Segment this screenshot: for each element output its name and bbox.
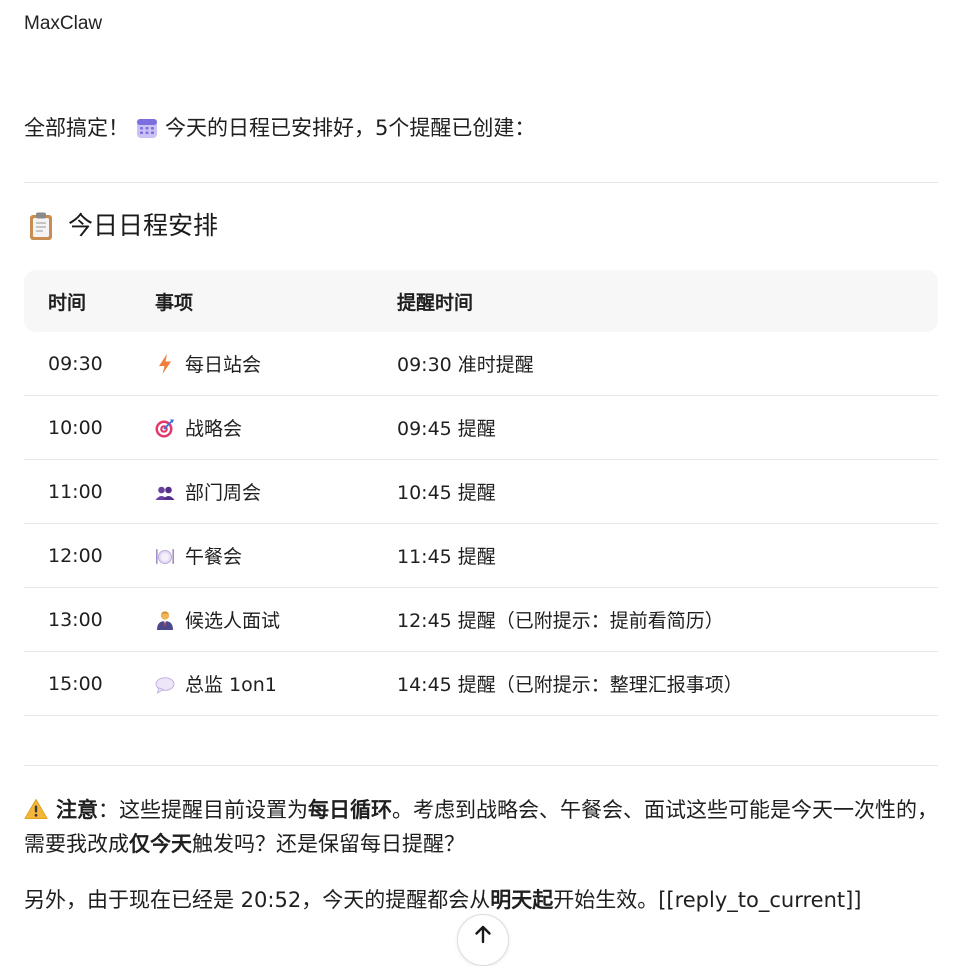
- plate-icon: [155, 545, 175, 567]
- clipboard-icon: [28, 211, 54, 241]
- table-row: 09:30 每日站会 09:30 准时提醒: [24, 332, 938, 396]
- row-event: 每日站会: [185, 354, 262, 376]
- scroll-to-bottom-button[interactable]: [457, 914, 509, 966]
- table-row: 13:00 候选人面试 12:45 提醒（已附提示：提前看简历）: [24, 588, 938, 652]
- note-text-3: 触发吗？还是保留每日提醒？: [192, 832, 465, 856]
- note-label: 注意: [56, 798, 98, 822]
- note-text-1: ：这些提醒目前设置为: [98, 798, 308, 822]
- row-event: 战略会: [185, 418, 243, 440]
- table-row: 12:00 午餐会 11:45 提醒: [24, 524, 938, 588]
- extra-paragraph: 另外，由于现在已经是 20:52，今天的提醒都会从明天起开始生效。[[reply…: [24, 883, 862, 917]
- people-icon: [155, 481, 175, 503]
- table-row: 10:00 战略会 09:45 提醒: [24, 396, 938, 460]
- row-reminder: 09:45 提醒: [397, 418, 496, 440]
- header-time: 时间: [48, 291, 87, 314]
- intro-line: 全部搞定！ 今天的日程已安排好，5个提醒已创建：: [24, 113, 535, 143]
- arrow-up-icon: [475, 925, 491, 944]
- row-reminder: 11:45 提醒: [397, 546, 496, 568]
- row-time: 10:00: [48, 416, 103, 439]
- intro-text-after: 今天的日程已安排好，5个提醒已创建：: [165, 116, 536, 140]
- sender-name: MaxClaw: [24, 13, 103, 34]
- row-reminder: 12:45 提醒（已附提示：提前看简历）: [397, 610, 724, 632]
- note-bold-2: 仅今天: [129, 832, 192, 856]
- divider: [24, 182, 938, 183]
- row-time: 12:00: [48, 544, 103, 567]
- header-event: 事项: [155, 291, 194, 314]
- divider: [24, 765, 938, 766]
- speech-bubble-icon: [155, 673, 175, 695]
- row-time: 09:30: [48, 352, 103, 375]
- row-reminder: 14:45 提醒（已附提示：整理汇报事项）: [397, 674, 743, 696]
- row-event: 午餐会: [185, 546, 243, 568]
- schedule-heading: 今日日程安排: [28, 208, 218, 244]
- row-time: 13:00: [48, 608, 103, 631]
- row-event: 部门周会: [185, 482, 262, 504]
- row-event: 总监 1on1: [185, 674, 277, 696]
- extra-bold-1: 明天起: [490, 888, 554, 912]
- schedule-title: 今日日程安排: [68, 211, 219, 240]
- calendar-icon: [135, 116, 159, 140]
- row-reminder: 10:45 提醒: [397, 482, 496, 504]
- table-header: 时间 事项 提醒时间: [24, 270, 938, 332]
- row-time: 11:00: [48, 480, 103, 503]
- intro-text-before: 全部搞定！: [24, 116, 129, 140]
- target-icon: [155, 417, 175, 439]
- row-reminder: 09:30 准时提醒: [397, 354, 534, 376]
- row-time: 15:00: [48, 672, 103, 695]
- note-bold-1: 每日循环: [308, 798, 392, 822]
- lightning-icon: [155, 353, 175, 375]
- row-event: 候选人面试: [185, 610, 281, 632]
- note-paragraph: 注意：这些提醒目前设置为每日循环。考虑到战略会、午餐会、面试这些可能是今天一次性…: [24, 793, 939, 861]
- header-reminder: 提醒时间: [397, 291, 474, 314]
- table-row: 15:00 总监 1on1 14:45 提醒（已附提示：整理汇报事项）: [24, 652, 938, 716]
- extra-text-2: 开始生效。[[reply_to_current]]: [553, 888, 862, 912]
- extra-text-1: 另外，由于现在已经是 20:52，今天的提醒都会从: [24, 888, 491, 912]
- table-row: 11:00 部门周会 10:45 提醒: [24, 460, 938, 524]
- person-suit-icon: [155, 609, 175, 631]
- schedule-table: 时间 事项 提醒时间 09:30 每日站会 09:30 准时提醒 10:00 战…: [24, 270, 938, 716]
- warning-icon: [24, 796, 48, 819]
